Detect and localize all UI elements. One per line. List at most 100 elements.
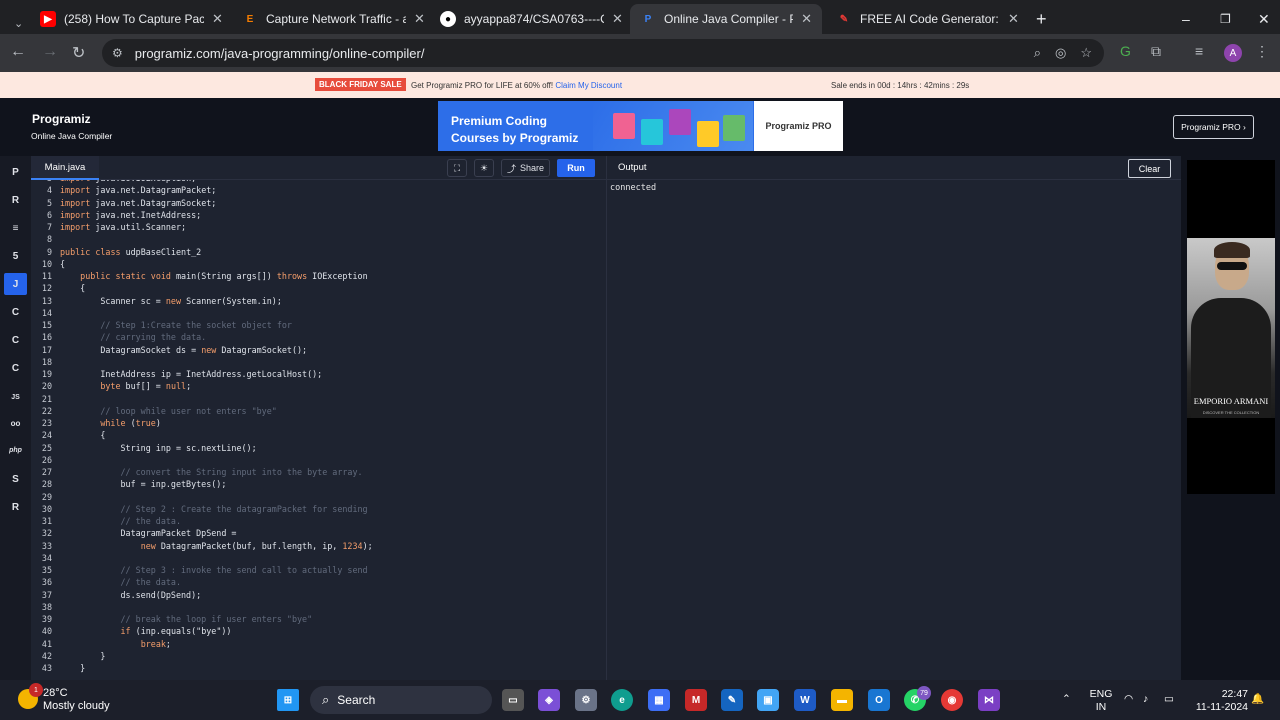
swift-icon[interactable]: S [7,471,24,488]
fullscreen-icon[interactable]: ⛶ [447,159,467,177]
code-line[interactable]: 16 // carrying the data. [31,331,552,343]
chrome-icon[interactable]: ◉ [941,689,963,711]
code-line[interactable]: 38 [31,601,552,613]
output-console[interactable]: connected [606,180,1181,680]
code-line[interactable]: 15 // Step 1:Create the socket object fo… [31,319,552,331]
code-line[interactable]: 11 public static void main(String args[]… [31,270,552,282]
programiz-pro-button[interactable]: Programiz PRO › [1173,115,1254,139]
code-line[interactable]: 10 { [31,258,552,270]
settings-gear-icon[interactable]: ⚙ [575,689,597,711]
code-line[interactable]: 12 { [31,282,552,294]
close-tab-icon[interactable]: ✕ [212,11,223,27]
code-line[interactable]: 6 import java.net.InetAddress; [31,209,552,221]
word-icon[interactable]: W [794,689,816,711]
code-line[interactable]: 8 [31,233,552,245]
r-icon[interactable]: R [7,192,24,209]
file-tab[interactable]: Main.java [31,156,99,180]
windows-start-icon[interactable]: ⊞ [277,689,299,711]
c-icon[interactable]: C [7,304,24,321]
code-line[interactable]: 7 import java.util.Scanner; [31,221,552,233]
code-line[interactable]: 43 } [31,662,552,674]
code-line[interactable]: 26 [31,454,552,466]
file-explorer-icon[interactable]: ▬ [831,689,853,711]
code-line[interactable]: 4 import java.net.DatagramPacket; [31,184,552,196]
armani-ad[interactable]: EMPORIO ARMANI DISCOVER THE COLLECTION [1187,160,1275,494]
copilot-icon[interactable]: ◈ [538,689,560,711]
forward-arrow-icon[interactable]: → [42,43,58,61]
python-icon[interactable]: P [7,164,24,181]
site-info-icon[interactable]: ⚙ [112,46,123,60]
code-line[interactable]: 30 // Step 2 : Create the datagramPacket… [31,503,552,515]
sql-icon[interactable]: ≡ [7,220,24,237]
menu-dots-icon[interactable]: ⋮ [1255,43,1269,60]
rdp-icon[interactable]: ▣ [757,689,779,711]
url-text[interactable]: programiz.com/java-programming/online-co… [135,46,425,61]
claim-discount-link[interactable]: Claim My Discount [555,81,622,90]
code-line[interactable]: 20 byte buf[] = null; [31,380,552,392]
code-line[interactable]: 22 // loop while user not enters "bye" [31,405,552,417]
code-line[interactable]: 37 ds.send(DpSend); [31,589,552,601]
url-bar[interactable]: ⚙ programiz.com/java-programming/online-… [102,39,1104,67]
close-tab-icon[interactable]: ✕ [1008,11,1019,27]
browser-tab-active[interactable]: P Online Java Compiler - Progra ✕ [630,4,822,34]
code-line[interactable]: 34 [31,552,552,564]
reading-list-icon[interactable]: ≡ [1195,43,1203,59]
code-line[interactable]: 42 } [31,650,552,662]
code-line[interactable]: 9 public class udpBaseClient_2 [31,246,552,258]
code-line[interactable]: 41 break; [31,638,552,650]
notes-icon[interactable]: ✎ [721,689,743,711]
code-line[interactable]: 29 [31,491,552,503]
code-line[interactable]: 19 InetAddress ip = InetAddress.getLocal… [31,368,552,380]
browser-tab[interactable]: ● ayyappa874/CSA0763----COMP ✕ [430,4,633,34]
code-line[interactable]: 14 [31,307,552,319]
code-line[interactable]: 5 import java.net.DatagramSocket; [31,197,552,209]
close-window-button[interactable]: ✕ [1248,4,1280,34]
extensions-icon[interactable]: ⧉ [1151,43,1161,60]
edge-icon[interactable]: e [611,689,633,711]
code-line[interactable]: 17 DatagramSocket ds = new DatagramSocke… [31,344,552,356]
code-line[interactable]: 23 while (true) [31,417,552,429]
code-line[interactable]: 39 // break the loop if user enters "bye… [31,613,552,625]
code-line[interactable]: 35 // Step 3 : invoke the send call to a… [31,564,552,576]
programiz-logo[interactable]: Programiz [32,112,91,126]
language-indicator[interactable]: ENG IN [1088,688,1114,714]
mcafee-icon[interactable]: M [685,689,707,711]
minimize-button[interactable]: – [1172,4,1200,34]
maximize-button[interactable]: ❐ [1210,4,1241,34]
csharp-icon[interactable]: C [7,360,24,377]
close-tab-icon[interactable]: ✕ [612,11,623,27]
bookmark-star-icon[interactable]: ☆ [1080,45,1092,61]
store-icon[interactable]: ▦ [648,689,670,711]
battery-icon[interactable]: ▭ [1164,693,1174,706]
close-tab-icon[interactable]: ✕ [414,11,425,27]
php-icon[interactable]: php [7,442,24,459]
code-line[interactable]: 36 // the data. [31,576,552,588]
code-line[interactable]: 21 [31,393,552,405]
grammarly-icon[interactable]: G [1120,43,1131,59]
code-line[interactable]: 33 new DatagramPacket(buf, buf.length, i… [31,540,552,552]
wifi-icon[interactable]: ◠ [1124,693,1133,706]
task-view-icon[interactable]: ▭ [502,689,524,711]
share-button[interactable]: ⤴ Share [501,159,550,177]
rust-icon[interactable]: R [7,499,24,516]
js-icon[interactable]: JS [7,389,24,406]
clock[interactable]: 22:47 11-11-2024 [1186,688,1248,714]
code-line[interactable]: 28 buf = inp.getBytes(); [31,478,552,490]
zoom-icon[interactable]: ⌕ [1034,45,1041,61]
code-line[interactable]: 31 // the data. [31,515,552,527]
code-line[interactable]: 27 // convert the String input into the … [31,466,552,478]
eye-off-icon[interactable]: ◎ [1055,45,1066,61]
code-line[interactable]: 25 String inp = sc.nextLine(); [31,442,552,454]
theme-toggle-icon[interactable]: ☀ [474,159,494,177]
clear-button[interactable]: Clear [1128,159,1171,178]
new-tab-button[interactable]: + [1026,4,1057,34]
code-editor[interactable]: 3import java.io.IOException;4import java… [31,180,606,680]
html-icon[interactable]: 5 [7,248,24,265]
taskbar-search[interactable]: ⌕ Search [310,686,492,714]
go-icon[interactable]: oo [7,415,24,432]
browser-tab[interactable]: E Capture Network Traffic - an ov ✕ [232,4,435,34]
code-line[interactable]: 18 [31,356,552,368]
speaker-icon[interactable]: ♪ [1143,693,1148,706]
java-icon[interactable]: J [4,273,27,295]
code-line[interactable]: 24 { [31,429,552,441]
